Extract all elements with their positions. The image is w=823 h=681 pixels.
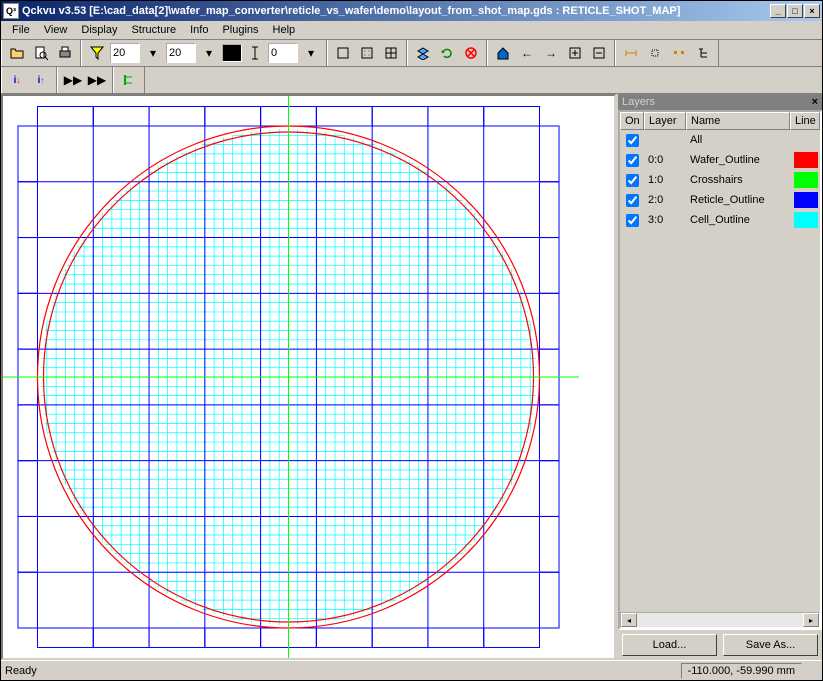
layer-visibility-checkbox[interactable] [626, 174, 639, 187]
window-title: Qckvu v3.53 [E:\cad_data[2]\wafer_map_co… [22, 5, 770, 17]
layer-row[interactable]: 2:0Reticle_Outline [620, 190, 820, 210]
grid1-input[interactable] [110, 43, 140, 63]
grid2-input[interactable] [166, 43, 196, 63]
layer-id: 0:0 [644, 154, 686, 166]
info-down-icon[interactable]: i↓ [6, 69, 28, 91]
fill-hatch-icon[interactable] [380, 42, 402, 64]
minimize-button[interactable]: _ [770, 4, 786, 18]
statusbar: Ready -110.000, -59.990 mm [1, 660, 822, 680]
layer-row[interactable]: 0:0Wafer_Outline [620, 150, 820, 170]
scroll-left-icon[interactable]: ◂ [621, 613, 637, 627]
open-icon[interactable] [6, 42, 28, 64]
zoom-page-icon[interactable] [30, 42, 52, 64]
layer-id: 2:0 [644, 194, 686, 206]
layer-visibility-checkbox[interactable] [626, 214, 639, 227]
maximize-button[interactable]: □ [787, 4, 803, 18]
layer-visibility-checkbox[interactable] [626, 194, 639, 207]
panel-close-icon[interactable]: × [812, 96, 818, 108]
col-layer[interactable]: Layer [644, 112, 686, 130]
layer-visibility-checkbox[interactable] [626, 134, 639, 147]
layer-id: 3:0 [644, 214, 686, 226]
status-text: Ready [5, 665, 681, 677]
canvas-viewport[interactable] [1, 94, 616, 660]
menu-plugins[interactable]: Plugins [215, 22, 265, 38]
layer-color-swatch[interactable] [794, 132, 818, 148]
layer-row[interactable]: 1:0Crosshairs [620, 170, 820, 190]
layer-color-swatch[interactable] [794, 212, 818, 228]
layer-name: Wafer_Outline [686, 154, 794, 166]
layers-hscroll[interactable]: ◂ ▸ [620, 612, 820, 628]
color-swatch[interactable] [222, 44, 242, 62]
refresh-icon[interactable] [436, 42, 458, 64]
app-icon: Q³ [3, 3, 19, 19]
load-button[interactable]: Load... [622, 634, 717, 656]
layer-id: 1:0 [644, 174, 686, 186]
expand-select-icon[interactable] [644, 42, 666, 64]
layers-panel: Layers × On Layer Name Line All0:0Wafer_… [616, 94, 822, 660]
zoom-out-icon[interactable] [588, 42, 610, 64]
wafer-map [3, 96, 614, 658]
menubar: File View Display Structure Info Plugins… [1, 21, 822, 40]
menu-help[interactable]: Help [266, 22, 303, 38]
structure-icon[interactable] [692, 42, 714, 64]
scroll-right-icon[interactable]: ▸ [803, 613, 819, 627]
col-line[interactable]: Line [790, 112, 820, 130]
menu-view[interactable]: View [37, 22, 75, 38]
cancel-icon[interactable] [460, 42, 482, 64]
coords-readout: -110.000, -59.990 mm [681, 663, 802, 679]
close-button[interactable]: × [804, 4, 820, 18]
print-icon[interactable] [54, 42, 76, 64]
layer-row[interactable]: 3:0Cell_Outline [620, 210, 820, 230]
dropdown3-icon[interactable]: ▾ [300, 42, 322, 64]
layer-name: Reticle_Outline [686, 194, 794, 206]
layer-row[interactable]: All [620, 130, 820, 150]
dropdown2-icon[interactable]: ▾ [198, 42, 220, 64]
layer-color-swatch[interactable] [794, 172, 818, 188]
zero-input[interactable] [268, 43, 298, 63]
measure-h-icon[interactable] [620, 42, 642, 64]
fastfwd1-icon[interactable]: ▶▶ [62, 69, 84, 91]
fill-dots-icon[interactable] [356, 42, 378, 64]
layers-panel-title: Layers [622, 96, 655, 108]
vertex-icon[interactable] [668, 42, 690, 64]
menu-display[interactable]: Display [74, 22, 124, 38]
pan-right-icon[interactable]: → [540, 42, 562, 64]
layer-visibility-checkbox[interactable] [626, 154, 639, 167]
fastfwd2-icon[interactable]: ▶▶ [86, 69, 108, 91]
layer-color-swatch[interactable] [794, 152, 818, 168]
save-as-button[interactable]: Save As... [723, 634, 818, 656]
home-icon[interactable] [492, 42, 514, 64]
align-icon[interactable] [118, 69, 140, 91]
col-name[interactable]: Name [686, 112, 790, 130]
layer-name: Cell_Outline [686, 214, 794, 226]
menu-file[interactable]: File [5, 22, 37, 38]
filter-icon[interactable] [86, 42, 108, 64]
zoom-extent-icon[interactable] [564, 42, 586, 64]
layer-color-swatch[interactable] [794, 192, 818, 208]
pan-left-icon[interactable]: ← [516, 42, 538, 64]
titlebar: Q³ Qckvu v3.53 [E:\cad_data[2]\wafer_map… [1, 1, 822, 21]
info-up-icon[interactable]: i↑ [30, 69, 52, 91]
col-on[interactable]: On [620, 112, 644, 130]
layer-name: Crosshairs [686, 174, 794, 186]
layers-icon[interactable] [412, 42, 434, 64]
menu-info[interactable]: Info [183, 22, 215, 38]
dropdown1-icon[interactable]: ▾ [142, 42, 164, 64]
layer-name: All [686, 134, 794, 146]
menu-structure[interactable]: Structure [124, 22, 183, 38]
marker-icon[interactable] [244, 42, 266, 64]
outline-icon[interactable] [332, 42, 354, 64]
